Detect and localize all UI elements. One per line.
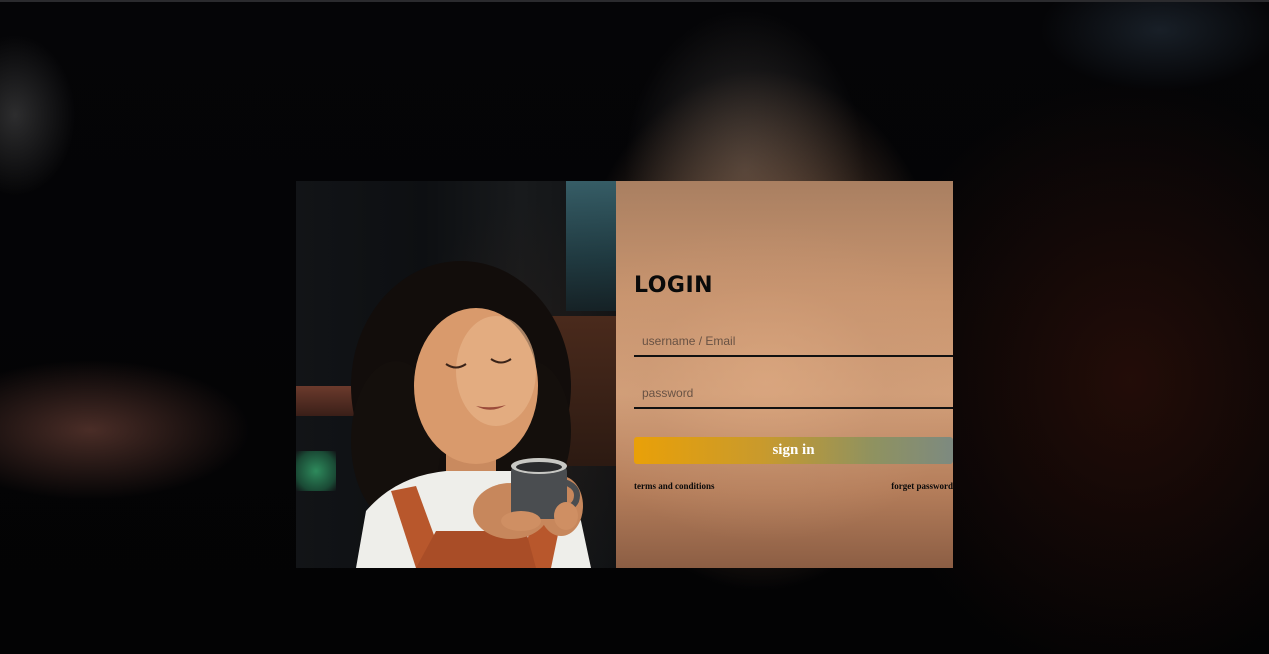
woman-illustration [351, 261, 591, 568]
form-links: terms and conditions forget password [634, 481, 953, 491]
sign-in-button[interactable]: sign in [634, 437, 953, 464]
browser-top-edge [0, 0, 1269, 2]
woman-with-coffee-photo [296, 181, 616, 568]
login-title: LOGIN [634, 273, 714, 298]
terms-and-conditions-link[interactable]: terms and conditions [634, 481, 715, 491]
page-background: LOGIN sign in terms and conditions forge… [0, 0, 1269, 654]
password-input[interactable] [634, 379, 953, 409]
login-form-panel: LOGIN sign in terms and conditions forge… [616, 181, 953, 568]
login-card: LOGIN sign in terms and conditions forge… [296, 181, 953, 568]
forgot-password-link[interactable]: forget password [891, 481, 953, 491]
username-email-input[interactable] [634, 327, 953, 357]
